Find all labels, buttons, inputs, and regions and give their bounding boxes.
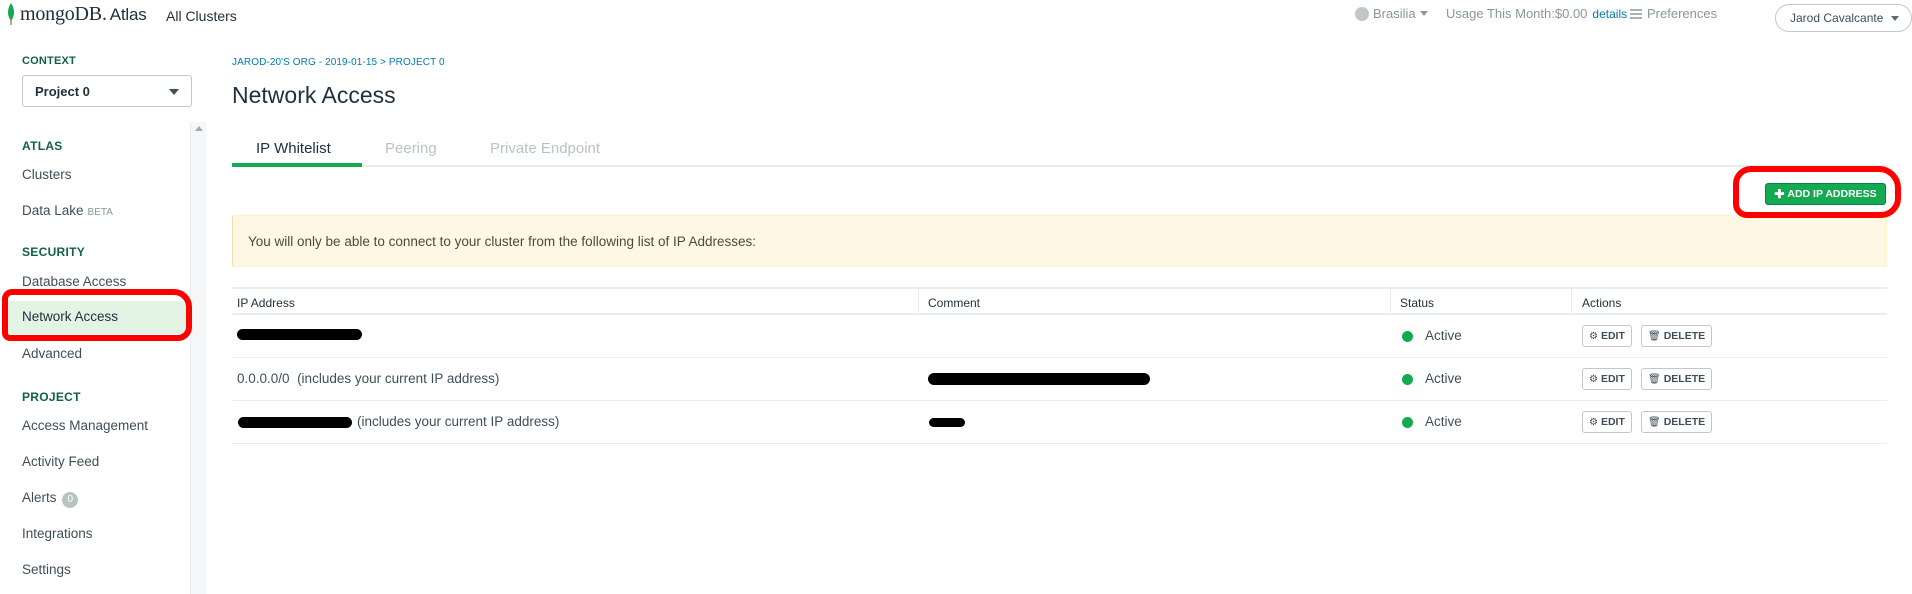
preferences-label: Preferences [1647, 6, 1718, 21]
chevron-down-icon [1891, 15, 1900, 21]
plus-icon: ✚ [1774, 187, 1785, 201]
redacted-comment [928, 373, 1150, 385]
chevron-down-icon [169, 89, 179, 95]
sidebar-item-label: Data Lake [22, 203, 84, 218]
context-label: CONTEXT [22, 55, 76, 67]
trash-icon: 🗑 [1648, 416, 1661, 428]
all-clusters-link[interactable]: All Clusters [166, 8, 237, 24]
trash-icon: 🗑 [1648, 330, 1661, 342]
project-select-value: Project 0 [35, 84, 90, 99]
sidebar-item-activity-feed[interactable]: Activity Feed [22, 454, 99, 469]
column-divider [918, 289, 919, 313]
sidebar-scrollbar[interactable] [190, 122, 206, 594]
delete-button[interactable]: 🗑 DELETE [1641, 411, 1713, 433]
usage-value: $0.00 [1554, 6, 1588, 21]
table-row: (includes your current IP address) Activ… [232, 401, 1887, 444]
breadcrumb[interactable]: JAROD-20'S ORG - 2019-01-15 > PROJECT 0 [232, 57, 445, 68]
top-bar: mongoDB. Atlas All Clusters Brasilia Usag… [0, 0, 1912, 32]
table-row: 0.0.0.0/0 (includes your current IP addr… [232, 358, 1887, 401]
column-divider [1390, 289, 1391, 313]
mongodb-logo[interactable]: mongoDB. Atlas [6, 2, 147, 26]
redacted-comment [929, 418, 965, 427]
ip-whitelist-table: IP Address Comment Status Actions Active… [232, 287, 1887, 444]
gear-icon: ⚙ [1589, 416, 1598, 428]
leaf-icon [8, 3, 14, 25]
project-select[interactable]: Project 0 [22, 75, 192, 107]
alerts-count-badge: 0 [62, 492, 79, 508]
sidebar-item-alerts[interactable]: Alerts 0 [22, 490, 79, 508]
tab-bar: IP Whitelist Peering Private Endpoint [232, 128, 1887, 167]
region-label: Brasilia [1373, 6, 1416, 21]
column-header-ip: IP Address [237, 296, 295, 310]
gear-icon: ⚙ [1589, 373, 1598, 385]
column-header-comment: Comment [928, 296, 981, 310]
usage-details-link[interactable]: details [1592, 7, 1627, 21]
tab-private-endpoint[interactable]: Private Endpoint [490, 140, 600, 157]
gear-icon: ⚙ [1589, 330, 1598, 342]
region-selector[interactable]: Brasilia [1355, 6, 1428, 21]
section-atlas: ATLAS [22, 139, 63, 153]
sliders-icon [1630, 8, 1642, 19]
status-text: Active [1425, 414, 1462, 429]
beta-badge: BETA [87, 207, 113, 218]
usage-summary: Usage This Month: $0.00 details [1446, 6, 1627, 21]
trash-icon: 🗑 [1648, 373, 1661, 385]
status-text: Active [1425, 328, 1462, 343]
ip-address-note: (includes your current IP address) [357, 414, 560, 429]
status-dot-icon [1402, 374, 1413, 385]
column-header-actions: Actions [1582, 296, 1622, 310]
add-ip-label: ADD IP ADDRESS [1787, 188, 1877, 200]
logo-wordmark: mongoDB. Atlas [20, 2, 147, 25]
delete-button[interactable]: 🗑 DELETE [1641, 325, 1713, 347]
globe-icon [1355, 6, 1369, 21]
page-title: Network Access [232, 82, 396, 108]
edit-button[interactable]: ⚙ EDIT [1582, 325, 1632, 347]
tab-peering[interactable]: Peering [385, 140, 437, 157]
active-tab-indicator [232, 163, 362, 167]
user-name: Jarod Cavalcante [1790, 11, 1884, 25]
sidebar-item-network-access[interactable]: Network Access [8, 301, 186, 334]
table-header: IP Address Comment Status Actions [232, 287, 1887, 315]
sidebar-item-access-management[interactable]: Access Management [22, 418, 148, 433]
edit-button[interactable]: ⚙ EDIT [1582, 411, 1632, 433]
column-header-status: Status [1400, 296, 1435, 310]
table-row: Active ⚙ EDIT 🗑 DELETE [232, 315, 1887, 358]
sidebar-item-label: Alerts [22, 490, 57, 505]
status-dot-icon [1402, 417, 1413, 428]
sidebar-item-data-lake[interactable]: Data Lake BETA [22, 203, 113, 218]
ip-address: 0.0.0.0/0 (includes your current IP addr… [237, 371, 500, 386]
sidebar-item-settings[interactable]: Settings [22, 562, 71, 577]
sidebar-item-clusters[interactable]: Clusters [22, 167, 72, 182]
redacted-ip [238, 417, 352, 428]
sidebar-item-database-access[interactable]: Database Access [22, 274, 126, 289]
usage-label: Usage This Month: [1446, 6, 1555, 21]
status-text: Active [1425, 371, 1462, 386]
section-security: SECURITY [22, 245, 86, 259]
user-menu-button[interactable]: Jarod Cavalcante [1775, 4, 1912, 32]
chevron-down-icon [1419, 11, 1428, 16]
delete-button[interactable]: 🗑 DELETE [1641, 368, 1713, 390]
section-project: PROJECT [22, 390, 81, 404]
redacted-ip [237, 329, 362, 340]
add-ip-address-button[interactable]: ✚ ADD IP ADDRESS [1765, 183, 1886, 205]
status-dot-icon [1402, 331, 1413, 342]
ip-notice-banner: You will only be able to connect to your… [232, 215, 1887, 267]
sidebar-item-label: Network Access [22, 309, 119, 324]
tab-ip-whitelist[interactable]: IP Whitelist [256, 140, 331, 157]
sidebar-item-advanced[interactable]: Advanced [22, 346, 82, 361]
sidebar-item-integrations[interactable]: Integrations [22, 526, 93, 541]
scroll-up-icon[interactable] [195, 126, 203, 131]
column-divider [1571, 289, 1572, 313]
edit-button[interactable]: ⚙ EDIT [1582, 368, 1632, 390]
preferences-link[interactable]: Preferences [1630, 6, 1717, 21]
